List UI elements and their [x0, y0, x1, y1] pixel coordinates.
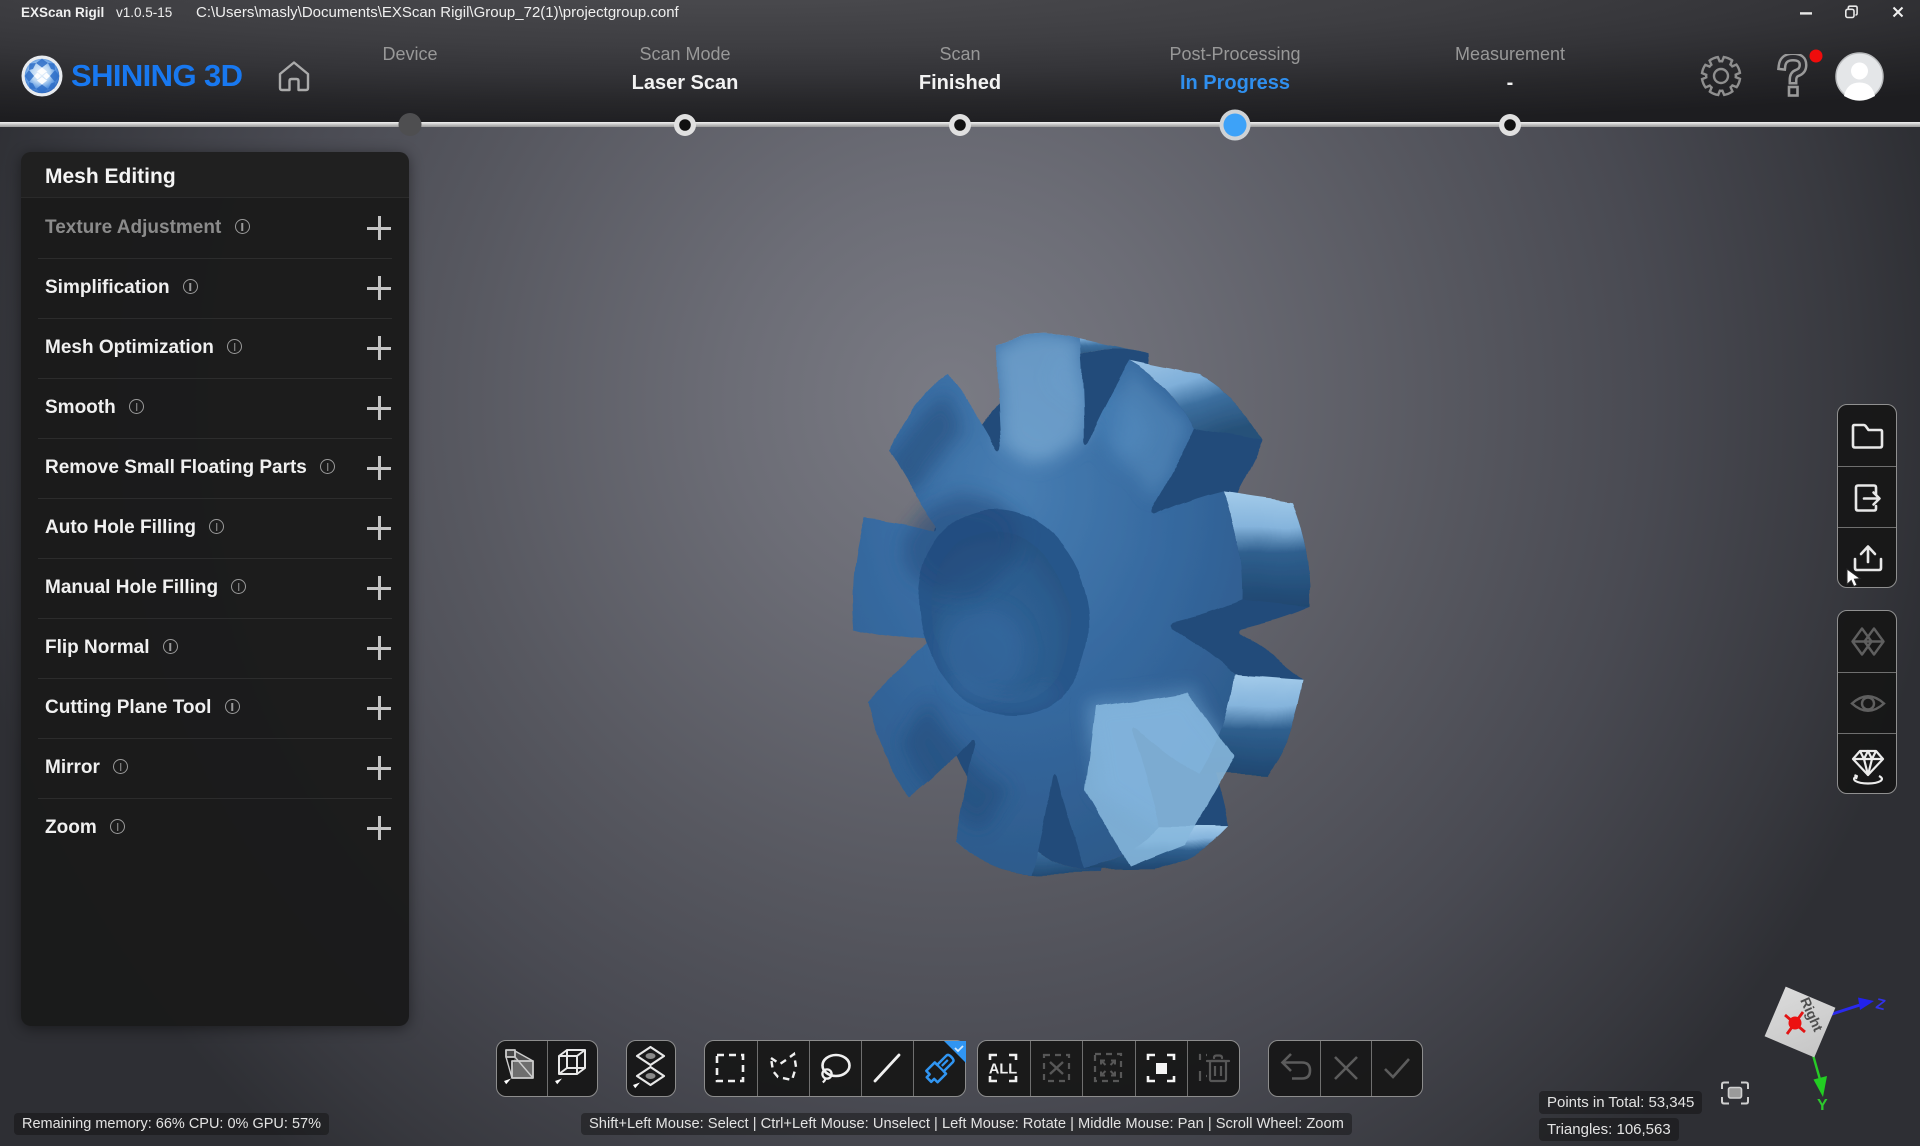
svg-text:ALL: ALL: [989, 1062, 1017, 1078]
svg-text:Z: Z: [1874, 995, 1887, 1014]
svg-text:Y: Y: [1817, 1097, 1828, 1114]
